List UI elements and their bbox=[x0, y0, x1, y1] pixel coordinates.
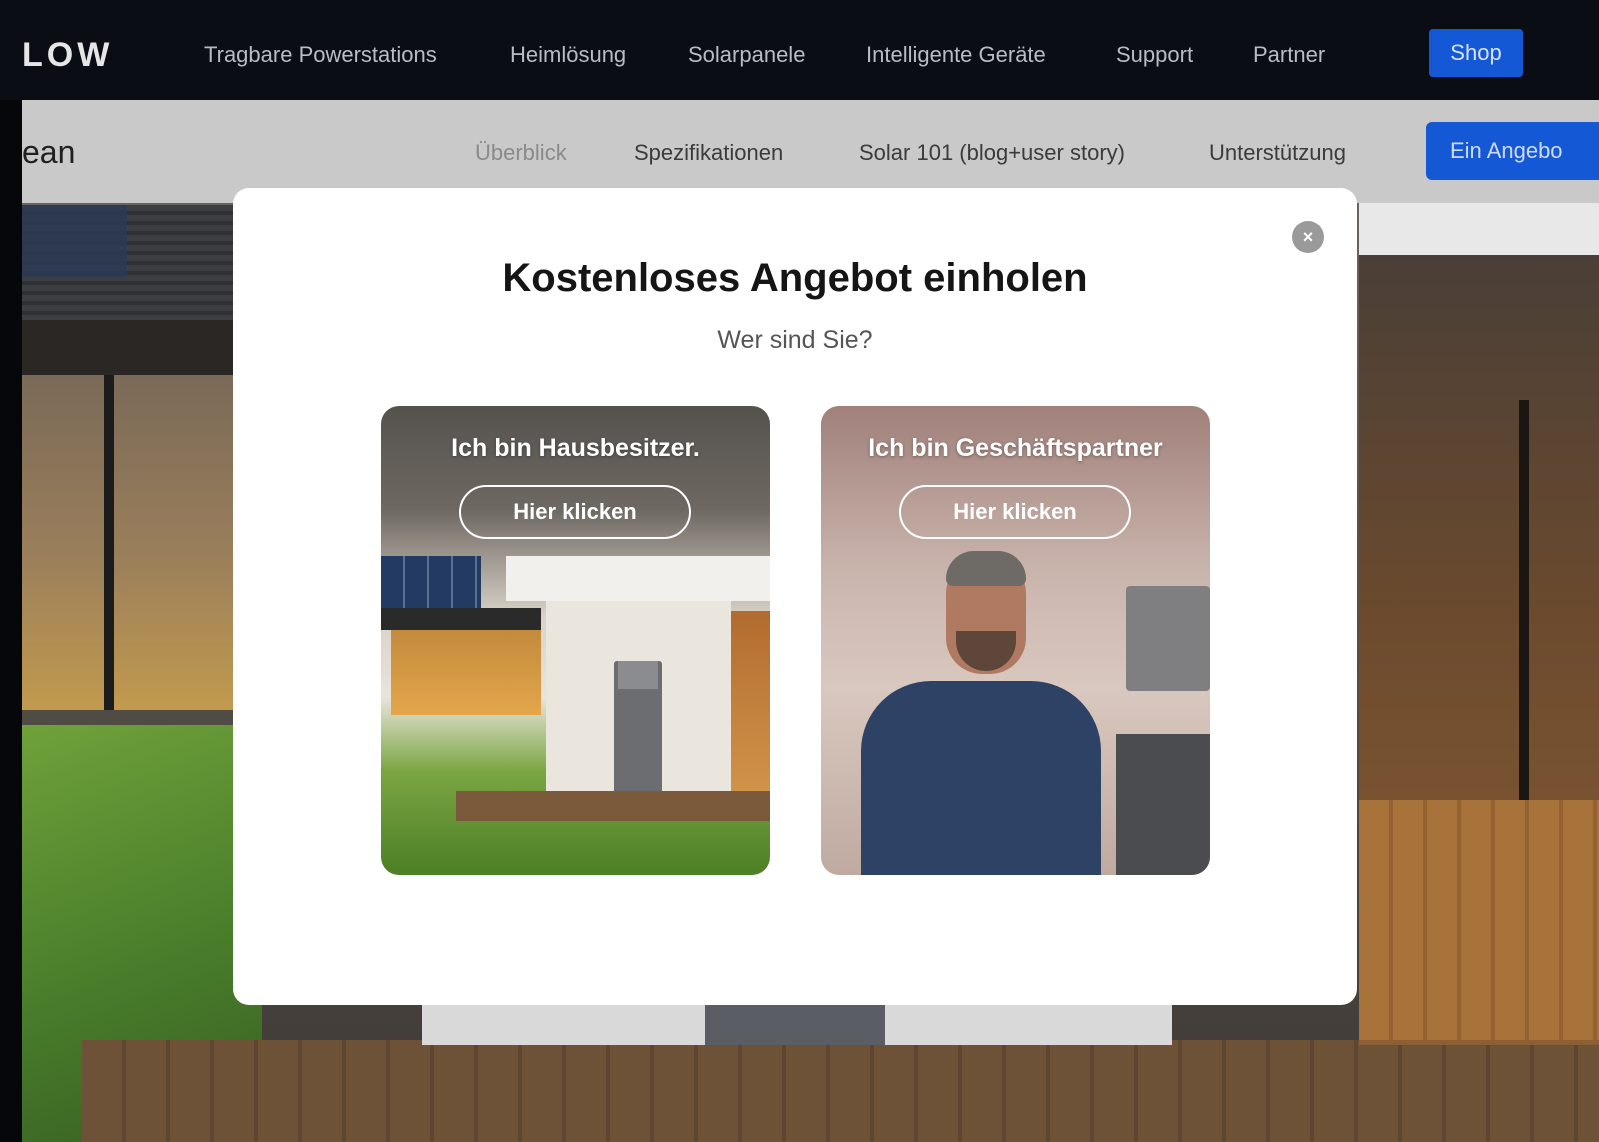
battery-unit bbox=[705, 1005, 885, 1045]
roof-illustration bbox=[381, 608, 541, 630]
product-title: ean bbox=[22, 134, 76, 170]
modal-title: Kostenloses Angebot einholen bbox=[502, 256, 1088, 300]
nav-link-smart-devices[interactable]: Intelligente Geräte bbox=[866, 42, 1046, 68]
interior-post bbox=[1519, 400, 1529, 800]
nav-link-home-solution[interactable]: Heimlösung bbox=[510, 42, 626, 68]
window-mullion bbox=[104, 375, 114, 710]
subnav-tab-overview[interactable]: Überblick bbox=[475, 140, 567, 166]
get-offer-button[interactable]: Ein Angebo bbox=[1426, 122, 1599, 180]
wood-deck bbox=[82, 1040, 1599, 1142]
interior-floor bbox=[1359, 800, 1599, 1040]
person-hair-illustration bbox=[946, 551, 1026, 586]
window-illustration bbox=[391, 630, 541, 715]
homeowner-click-button[interactable]: Hier klicken bbox=[459, 485, 691, 539]
business-partner-card[interactable]: Ich bin Geschäftspartner Hier klicken bbox=[821, 406, 1210, 875]
battery-cabinet-illustration bbox=[1116, 734, 1210, 875]
solar-panel bbox=[22, 205, 127, 277]
deck-illustration bbox=[456, 791, 770, 821]
homeowner-card[interactable]: Ich bin Hausbesitzer. Hier klicken bbox=[381, 406, 770, 875]
subnav-tab-support[interactable]: Unterstützung bbox=[1209, 140, 1346, 166]
modal-subtitle: Wer sind Sie? bbox=[717, 326, 873, 354]
house-window bbox=[22, 375, 237, 710]
brand-logo[interactable]: LOW bbox=[22, 36, 113, 75]
business-partner-label: Ich bin Geschäftspartner bbox=[868, 434, 1163, 462]
shop-button[interactable]: Shop bbox=[1429, 29, 1523, 77]
left-edge-strip bbox=[0, 0, 22, 1142]
homeowner-label: Ich bin Hausbesitzer. bbox=[451, 434, 700, 462]
subnav-tab-specifications[interactable]: Spezifikationen bbox=[634, 140, 783, 166]
person-jacket-illustration bbox=[861, 681, 1101, 875]
subnav-tab-solar-101[interactable]: Solar 101 (blog+user story) bbox=[859, 140, 1125, 166]
nav-link-partner[interactable]: Partner bbox=[1253, 42, 1325, 68]
right-ceiling bbox=[1359, 200, 1599, 260]
nav-link-solar-panels[interactable]: Solarpanele bbox=[688, 42, 805, 68]
house-upper-illustration bbox=[506, 556, 770, 601]
inverter-illustration bbox=[618, 661, 658, 689]
top-navigation: LOW Tragbare Powerstations Heimlösung So… bbox=[0, 0, 1599, 100]
wall-unit-illustration bbox=[1126, 586, 1210, 691]
solar-panel-illustration bbox=[381, 556, 481, 608]
house-beam bbox=[22, 320, 237, 375]
business-partner-click-button[interactable]: Hier klicken bbox=[899, 485, 1131, 539]
nav-link-support[interactable]: Support bbox=[1116, 42, 1193, 68]
quote-modal: × Kostenloses Angebot einholen Wer sind … bbox=[233, 188, 1357, 1005]
nav-link-portable-powerstations[interactable]: Tragbare Powerstations bbox=[204, 42, 437, 68]
door-illustration bbox=[731, 611, 770, 796]
close-icon[interactable]: × bbox=[1292, 221, 1324, 253]
